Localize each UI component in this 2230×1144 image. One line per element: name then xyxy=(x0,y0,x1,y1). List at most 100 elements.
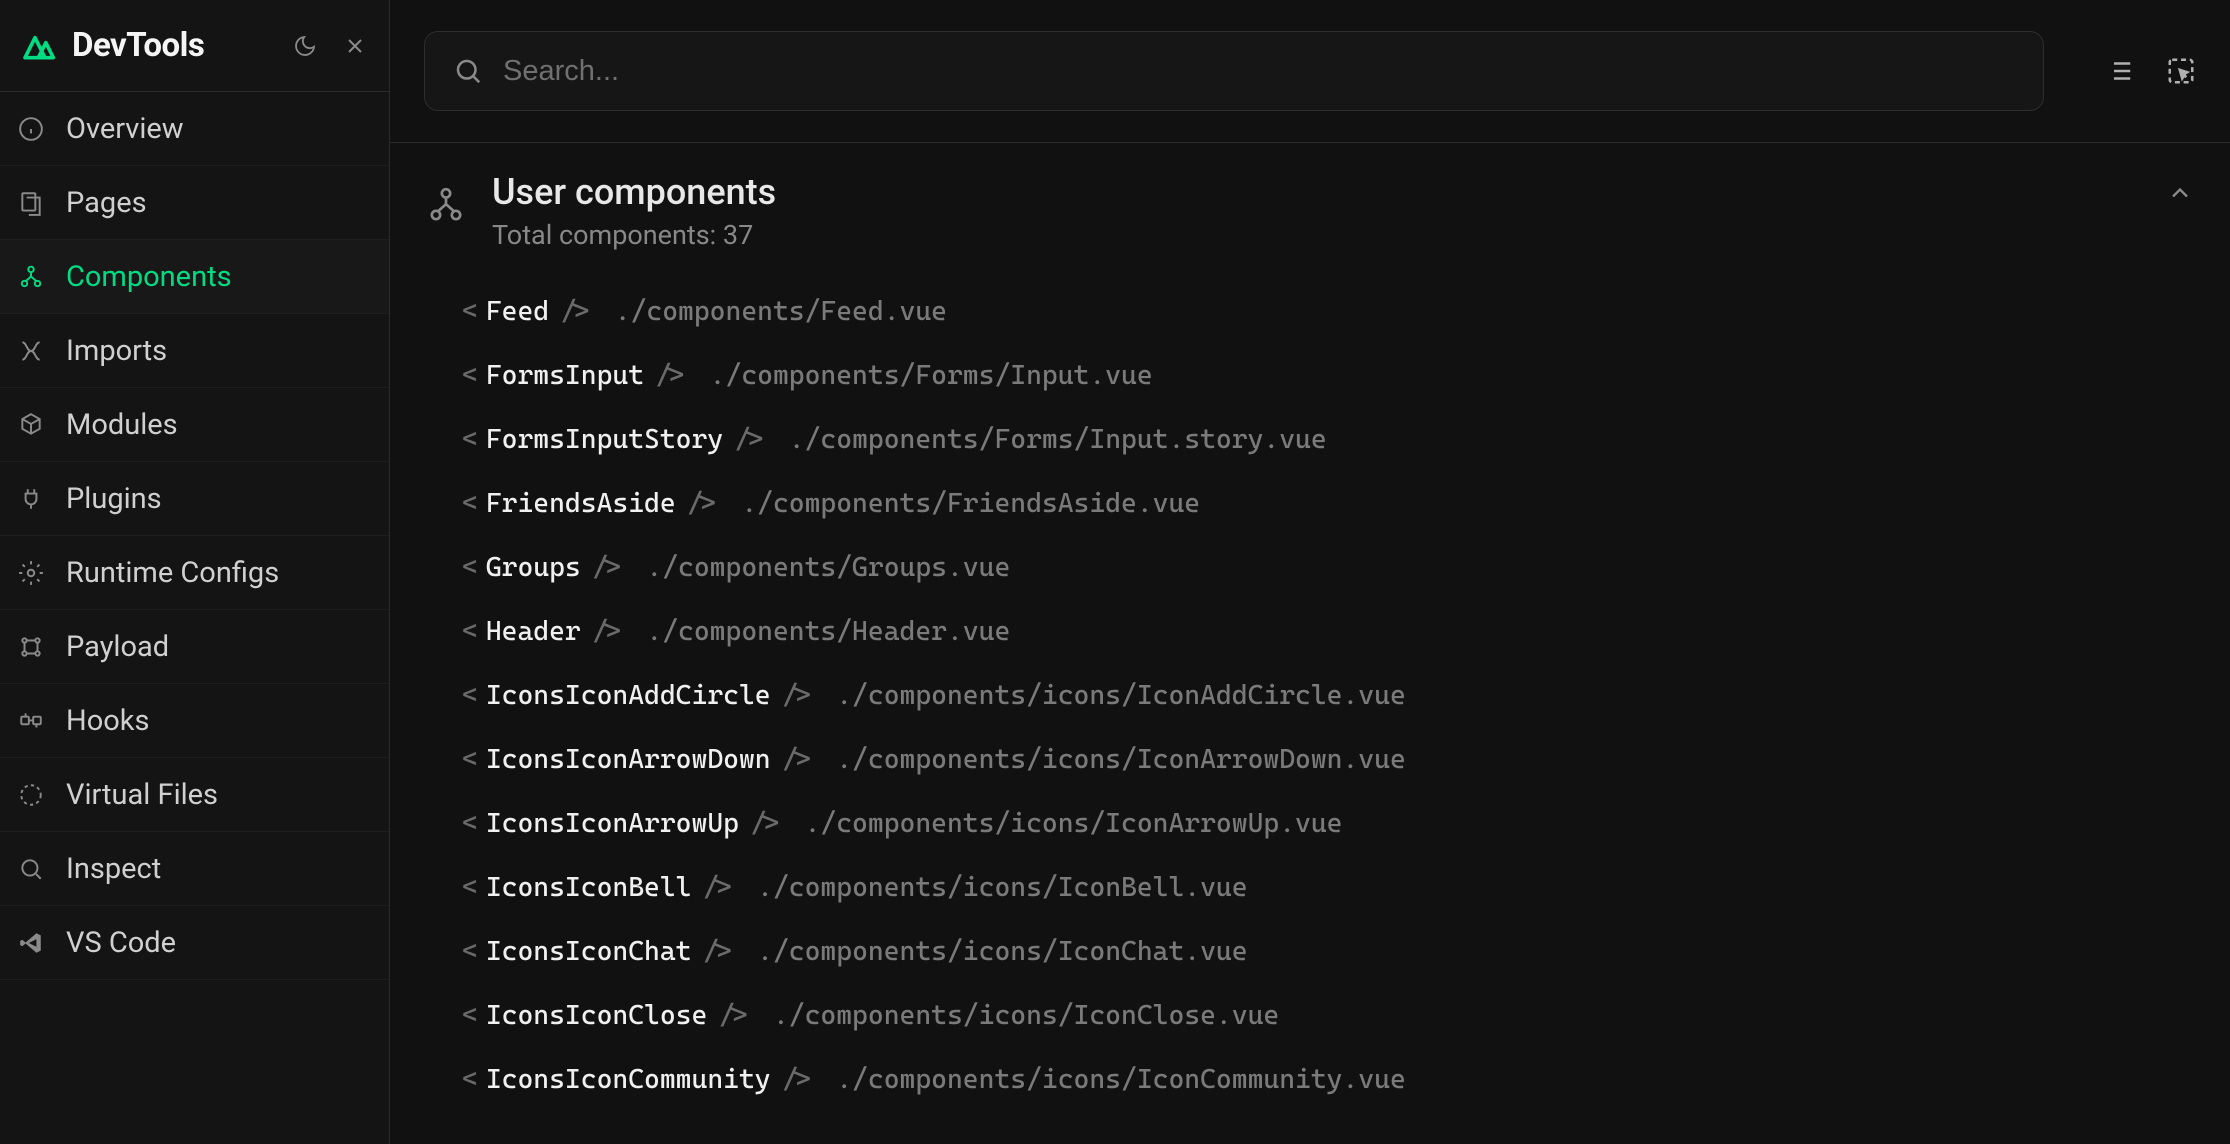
search-box[interactable] xyxy=(424,31,2044,111)
component-row[interactable]: <IconsIconArrowDown/>./components/icons/… xyxy=(462,727,2194,791)
nav-item-vscode[interactable]: VS Code xyxy=(0,906,389,980)
component-row[interactable]: <FormsInput/>./components/Forms/Input.vu… xyxy=(462,343,2194,407)
close-icon[interactable] xyxy=(341,32,369,60)
tag-open: < xyxy=(462,872,478,903)
component-name: FormsInput xyxy=(486,360,644,391)
tag-close: /> xyxy=(781,680,813,711)
tag-open: < xyxy=(462,680,478,711)
tag-open: < xyxy=(462,808,478,839)
nav-label: Runtime Configs xyxy=(66,556,279,590)
component-row[interactable]: < IconsIconAddCircle /> ./components/icons/… xyxy=(462,663,2194,727)
component-path: ./components/icons/IconAddCircle.vue xyxy=(836,680,1406,711)
tree-icon xyxy=(18,264,44,290)
pages-icon xyxy=(18,190,44,216)
info-icon xyxy=(18,116,44,142)
component-path: ./components/Header.vue xyxy=(646,616,1010,647)
section-title: User components xyxy=(492,171,2140,213)
tag-close: /> xyxy=(702,936,734,967)
component-name: FriendsAside xyxy=(486,488,676,519)
nav-label: Modules xyxy=(66,408,178,442)
nav-item-overview[interactable]: Overview xyxy=(0,92,389,166)
component-row[interactable]: <IconsIconChat/>./components/icons/IconC… xyxy=(462,919,2194,983)
payload-icon xyxy=(18,634,44,660)
content: User components Total components: 37 < Fe… xyxy=(390,143,2230,1144)
search-input[interactable] xyxy=(503,55,2015,88)
nav-label: Hooks xyxy=(66,704,149,738)
dashed-circle-icon xyxy=(18,782,44,808)
tag-close: /> xyxy=(686,488,718,519)
section-header: User components Total components: 37 xyxy=(426,171,2194,251)
tag-close: /> xyxy=(749,808,781,839)
list-view-icon[interactable] xyxy=(2104,56,2134,86)
nav-item-virtual-files[interactable]: Virtual Files xyxy=(0,758,389,832)
tag-open: < xyxy=(462,488,478,519)
component-name: IconsIconBell xyxy=(486,872,692,903)
nav-label: Virtual Files xyxy=(66,778,218,812)
nav-label: Overview xyxy=(66,112,184,146)
header-actions xyxy=(291,32,369,60)
nav-label: VS Code xyxy=(66,926,176,960)
nav-item-pages[interactable]: Pages xyxy=(0,166,389,240)
tag-close: /> xyxy=(702,872,734,903)
nav-item-plugins[interactable]: Plugins xyxy=(0,462,389,536)
topbar-actions xyxy=(2104,56,2196,86)
inspect-element-icon[interactable] xyxy=(2166,56,2196,86)
theme-toggle-icon[interactable] xyxy=(291,32,319,60)
component-name: Groups xyxy=(486,552,581,583)
nav-item-imports[interactable]: Imports xyxy=(0,314,389,388)
vscode-icon xyxy=(18,930,44,956)
tag-open: < xyxy=(462,616,478,647)
component-path: ./components/icons/IconArrowUp.vue xyxy=(805,808,1343,839)
component-row[interactable]: <Header/>./components/Header.vue xyxy=(462,599,2194,663)
component-row[interactable]: < IconsIconBell /> ./components/icons/IconB… xyxy=(462,855,2194,919)
component-path: ./components/icons/IconArrowDown.vue xyxy=(836,744,1406,775)
component-name: IconsIconAddCircle xyxy=(486,680,771,711)
topbar xyxy=(390,0,2230,143)
component-row[interactable]: <IconsIconCommunity/>./components/icons/… xyxy=(462,1047,2194,1111)
search-icon xyxy=(18,856,44,882)
gear-icon xyxy=(18,560,44,586)
nav-item-runtime-configs[interactable]: Runtime Configs xyxy=(0,536,389,610)
nav-item-components[interactable]: Components xyxy=(0,240,389,314)
tag-open: < xyxy=(462,296,478,327)
component-row[interactable]: <IconsIconClose/>./components/icons/Icon… xyxy=(462,983,2194,1047)
component-list: <Feed/>./components/Feed.vue<FormsInput/… xyxy=(426,279,2194,1111)
tag-close: /> xyxy=(591,552,623,583)
component-path: ./components/FriendsAside.vue xyxy=(741,488,1200,519)
brand-text: DevTools xyxy=(72,26,204,65)
component-name: IconsIconClose xyxy=(486,1000,707,1031)
nav-item-hooks[interactable]: Hooks xyxy=(0,684,389,758)
logo[interactable]: DevTools xyxy=(20,26,204,66)
nav-label: Imports xyxy=(66,334,167,368)
nav-label: Plugins xyxy=(66,482,162,516)
search-icon xyxy=(453,56,483,86)
nav-item-modules[interactable]: Modules xyxy=(0,388,389,462)
main: User components Total components: 37 < Fe… xyxy=(390,0,2230,1144)
component-row[interactable]: <Feed/>./components/Feed.vue xyxy=(462,279,2194,343)
nuxt-logo-icon xyxy=(20,26,60,66)
component-name: Header xyxy=(486,616,581,647)
nav-label: Components xyxy=(66,260,232,294)
component-name: IconsIconCommunity xyxy=(486,1064,771,1095)
section-subtitle: Total components: 37 xyxy=(492,219,2140,251)
tree-icon xyxy=(426,185,466,225)
component-path: ./components/Forms/Input.story.vue xyxy=(789,424,1327,455)
tag-open: < xyxy=(462,1000,478,1031)
section-titles: User components Total components: 37 xyxy=(492,171,2140,251)
hooks-icon xyxy=(18,708,44,734)
modules-icon xyxy=(18,412,44,438)
tag-close: /> xyxy=(559,296,591,327)
nav-label: Inspect xyxy=(66,852,161,886)
component-name: Feed xyxy=(486,296,549,327)
tag-close: /> xyxy=(733,424,765,455)
component-row[interactable]: <FormsInputStory/>./components/Forms/Inp… xyxy=(462,407,2194,471)
component-path: ./components/icons/IconBell.vue xyxy=(757,872,1247,903)
component-row[interactable]: <IconsIconArrowUp/>./components/icons/Ic… xyxy=(462,791,2194,855)
chevron-up-icon[interactable] xyxy=(2166,179,2194,207)
tag-open: < xyxy=(462,360,478,391)
tag-close: /> xyxy=(654,360,686,391)
nav-item-inspect[interactable]: Inspect xyxy=(0,832,389,906)
nav-item-payload[interactable]: Payload xyxy=(0,610,389,684)
component-row[interactable]: <Groups/>./components/Groups.vue xyxy=(462,535,2194,599)
component-row[interactable]: < FriendsAside /> ./components/FriendsAside… xyxy=(462,471,2194,535)
